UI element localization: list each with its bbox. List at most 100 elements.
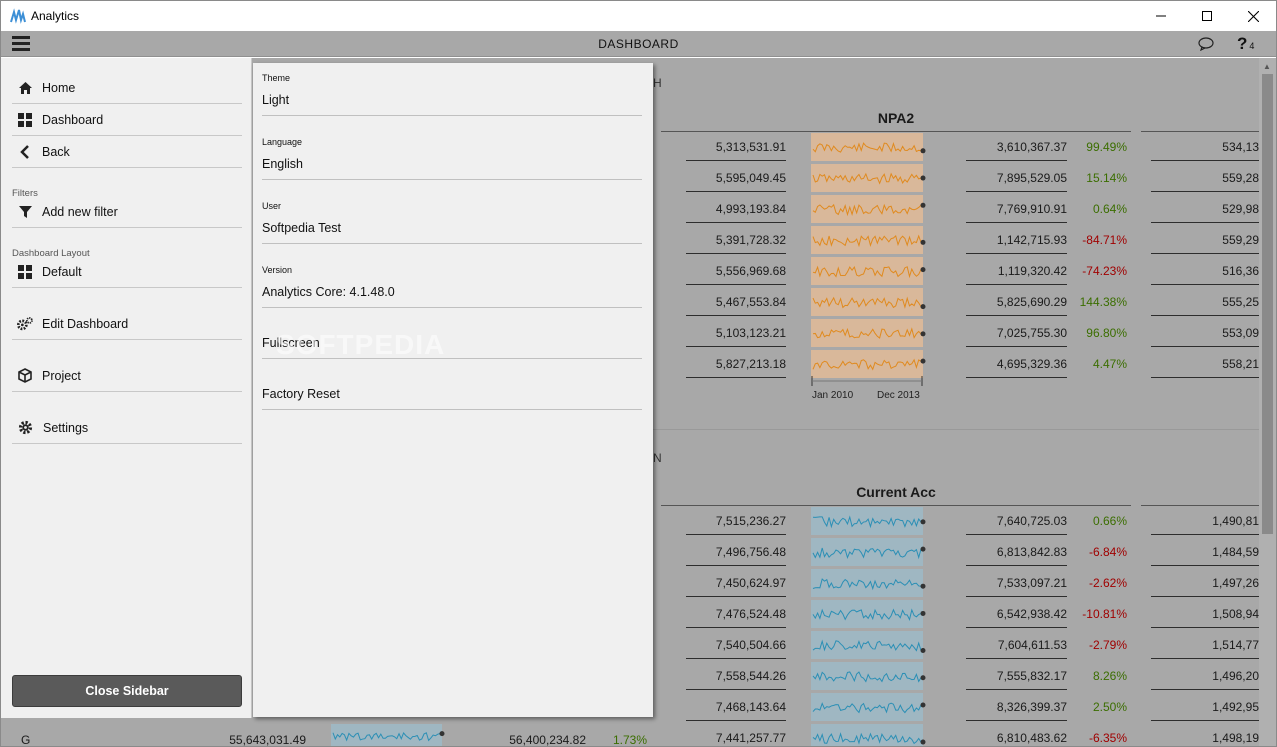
menu-label-add-filter: Add new filter [42, 204, 118, 219]
value-cell-1: 7,450,624.97 [715, 576, 786, 590]
sparkline-background [811, 257, 923, 285]
chart-title-npa2: NPA2 [877, 110, 915, 126]
close-sidebar-button[interactable]: Close Sidebar [12, 675, 242, 707]
cell-underline [686, 377, 786, 378]
menu-label-default: Default [42, 264, 82, 279]
factory-reset-option[interactable]: Factory Reset [262, 387, 340, 401]
sparkline-background [811, 195, 923, 223]
analytics-logo-icon [10, 8, 26, 24]
percent-change: 4.47% [1092, 357, 1127, 371]
vertical-scrollbar[interactable]: ▲ [1259, 58, 1276, 746]
cell-underline [1151, 253, 1259, 254]
chat-bubble-icon[interactable] [1198, 37, 1214, 51]
cell-underline [686, 689, 786, 690]
cell-underline [1151, 627, 1259, 628]
sparkline [811, 226, 926, 254]
value-cell-1: 5,827,213.18 [715, 357, 786, 371]
cell-underline [686, 315, 786, 316]
percent-change: -2.62% [1088, 576, 1127, 590]
chart-divider [661, 131, 1131, 132]
sparkline [811, 164, 926, 192]
value-cell-2: 6,542,938.42 [996, 607, 1067, 621]
cell-underline [1151, 596, 1259, 597]
cell-underline [966, 160, 1067, 161]
value-cell-2: 7,533,097.21 [996, 576, 1067, 590]
help-count: 4 [1249, 41, 1255, 51]
value-cell-3: 559,28 [1222, 171, 1259, 185]
sparkline [811, 600, 926, 628]
cell-underline [686, 160, 786, 161]
hidden-heading-fragment-2: N [653, 451, 662, 465]
sparkline [811, 538, 926, 566]
sparkline [811, 631, 926, 659]
bottom-row-sparkline [331, 724, 445, 746]
cell-underline [966, 658, 1067, 659]
menu-item-add-filter[interactable]: Add new filter [12, 196, 242, 228]
percent-change: -6.84% [1088, 545, 1127, 559]
cell-underline [686, 596, 786, 597]
sparkline-endpoint [920, 175, 926, 181]
value-cell-1: 7,496,756.48 [715, 545, 786, 559]
value-cell-2: 1,119,320.42 [997, 264, 1067, 278]
cell-underline [686, 534, 786, 535]
close-icon [1247, 10, 1259, 22]
menu-item-project[interactable]: Project [12, 360, 242, 392]
menu-item-dashboard[interactable]: Dashboard [12, 104, 242, 136]
cell-underline [966, 720, 1067, 721]
divider [262, 409, 642, 410]
chart-divider [1141, 131, 1259, 132]
language-selector[interactable]: English [262, 157, 303, 171]
layout-grid-icon [17, 264, 33, 280]
cell-underline [686, 346, 786, 347]
chart-divider [661, 505, 1131, 506]
help-button[interactable]: ? 4 [1237, 34, 1254, 54]
value-cell-1: 7,558,544.26 [715, 669, 786, 683]
cell-underline [1151, 284, 1259, 285]
divider [262, 179, 642, 180]
cell-underline [686, 565, 786, 566]
sparkline-endpoint [920, 739, 926, 745]
value-cell-1: 7,468,143.64 [715, 700, 786, 714]
axis-end-label: Dec 2013 [877, 390, 920, 401]
menu-item-settings[interactable]: Settings [12, 412, 242, 444]
sparkline-background [811, 600, 923, 628]
chart1-axis [811, 376, 923, 386]
theme-selector[interactable]: Light [262, 93, 289, 107]
value-cell-2: 6,810,483.62 [996, 731, 1067, 745]
window-title: Analytics [31, 9, 80, 23]
maximize-button[interactable] [1184, 1, 1230, 31]
scrollbar-thumb[interactable] [1262, 74, 1273, 534]
value-cell-2: 3,610,367.37 [996, 140, 1067, 154]
sparkline-endpoint [920, 648, 926, 654]
minimize-button[interactable] [1138, 1, 1184, 31]
user-value: Softpedia Test [262, 221, 341, 235]
cell-underline [686, 191, 786, 192]
sparkline [811, 350, 926, 378]
cell-underline [1151, 534, 1259, 535]
close-window-button[interactable] [1230, 1, 1276, 31]
sparkline-endpoint [920, 202, 926, 208]
sparkline-background [811, 538, 923, 566]
section-divider [653, 429, 1259, 430]
value-cell-1: 4,993,193.84 [715, 202, 786, 216]
scroll-up-arrow-icon[interactable]: ▲ [1263, 62, 1271, 71]
sparkline-endpoint [920, 148, 926, 154]
cell-underline [1151, 658, 1259, 659]
cell-underline [1151, 222, 1259, 223]
sparkline [811, 662, 926, 690]
value-cell-1: 7,441,257.77 [715, 731, 786, 745]
value-cell-3: 516,36 [1222, 264, 1259, 278]
sparkline-background [811, 724, 923, 746]
value-cell-3: 555,25 [1222, 295, 1259, 309]
menu-item-edit-dashboard[interactable]: Edit Dashboard [12, 308, 242, 340]
sparkline-endpoint [920, 610, 926, 616]
menu-item-home[interactable]: Home [12, 72, 242, 104]
value-cell-3: 1,490,81 [1212, 514, 1259, 528]
menu-label-dashboard: Dashboard [42, 112, 104, 127]
cell-underline [686, 284, 786, 285]
menu-item-back[interactable]: Back [12, 136, 242, 168]
value-cell-2: 8,326,399.37 [996, 700, 1067, 714]
cell-underline [686, 627, 786, 628]
cell-underline [1151, 191, 1259, 192]
menu-item-default-layout[interactable]: Default [12, 256, 242, 288]
